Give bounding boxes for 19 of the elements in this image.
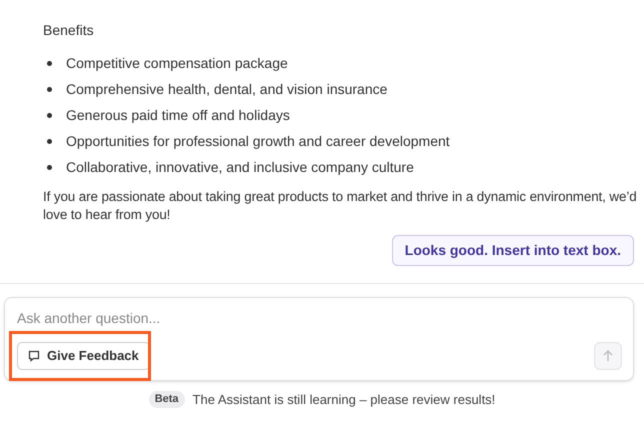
closing-paragraph: If you are passionate about taking great products to market and thrive in a dynamic environment, we’d love to hear from you! <box>43 188 638 224</box>
bullet-icon <box>47 164 52 170</box>
list-item: Generous paid time off and holidays <box>66 106 290 125</box>
list-item: Opportunities for professional growth and career development <box>66 132 450 151</box>
list-item: Collaborative, innovative, and inclusive company culture <box>66 158 414 177</box>
list-item: Comprehensive health, dental, and vision insurance <box>66 80 388 99</box>
list-item: Competitive compensation package <box>66 54 288 73</box>
bullet-icon <box>47 138 52 144</box>
section-heading: Benefits <box>43 21 95 40</box>
bullet-icon <box>47 60 52 66</box>
insert-button[interactable]: Looks good. Insert into text box. <box>392 235 634 266</box>
bullet-icon <box>47 112 52 118</box>
bullet-icon <box>47 86 52 92</box>
up-arrow-icon <box>602 350 614 362</box>
beta-badge: Beta <box>148 391 185 408</box>
question-input[interactable]: Ask another question... <box>17 308 623 328</box>
speech-bubble-icon <box>28 350 40 362</box>
footer-note: The Assistant is still learning – please review results! <box>192 391 496 409</box>
feedback-button[interactable]: Give Feedback <box>17 342 150 370</box>
